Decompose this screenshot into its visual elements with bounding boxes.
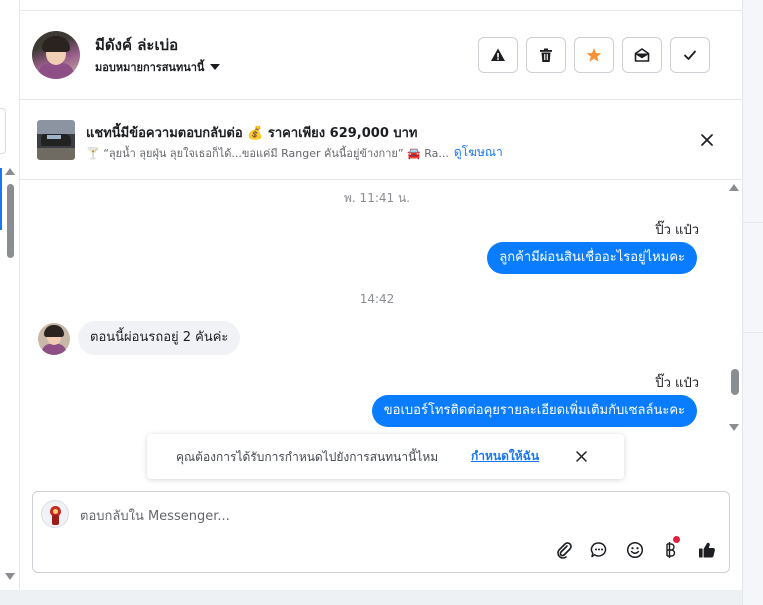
star-icon <box>586 48 602 62</box>
divider <box>743 222 763 223</box>
caret-down-icon <box>210 64 221 70</box>
reply-input[interactable] <box>80 506 640 526</box>
star-button[interactable] <box>574 37 614 73</box>
message-bubble-incoming[interactable]: ตอนนี้ผ่อนรถอยู่ 2 คันค่ะ <box>78 321 241 355</box>
check-icon <box>684 50 696 60</box>
scroll-up-arrow[interactable] <box>5 168 15 175</box>
thread-scroll-up-arrow[interactable] <box>729 184 739 191</box>
thread-scrollbar-thumb[interactable] <box>731 369 739 395</box>
notification-dot <box>673 536 680 543</box>
attachment-icon <box>557 542 572 559</box>
divider <box>743 332 763 333</box>
sender-name: ปิ๊ว แป๋ว <box>655 223 699 238</box>
ad-subtitle: 🍸 “ลุยน้ำ ลุยฝุ่น ลุยใจเธอก็ได้...ขอแค่ม… <box>86 143 503 162</box>
assign-prompt-toast: คุณต้องการได้รับการกำหนดไปยังการสนทนานี้… <box>147 434 624 479</box>
assign-prompt-text: คุณต้องการได้รับการกำหนดไปยังการสนทนานี้… <box>176 450 439 464</box>
saved-replies-button[interactable] <box>587 538 611 562</box>
message-bubble-outgoing[interactable]: ขอเบอร์โทรติดต่อคุยรายละเอียดเพิ่มเติมกั… <box>371 395 697 427</box>
attach-button[interactable] <box>552 538 576 562</box>
emoji-button[interactable] <box>623 538 647 562</box>
dismiss-toast-button[interactable] <box>573 448 589 464</box>
envelope-open-icon <box>634 48 650 62</box>
close-ad-bar-button[interactable] <box>697 130 717 150</box>
close-icon <box>575 450 587 462</box>
reply-composer <box>32 491 730 573</box>
sender-name: ปิ๊ว แป๋ว <box>655 376 699 391</box>
contact-name[interactable]: มีดังค์ ล่ะเบ่อ <box>95 33 178 57</box>
baht-icon <box>666 542 676 558</box>
ad-quote: 🍸 “ลุยน้ำ ลุยฝุ่น ลุยใจเธอก็ได้...ขอแค่ม… <box>86 146 449 160</box>
assign-label: มอบหมายการสนทนานี้ <box>95 61 205 74</box>
collapsed-tab[interactable] <box>0 108 6 154</box>
thumbs-up-icon <box>699 542 715 558</box>
report-icon <box>491 48 505 61</box>
thread-scroll-down-arrow[interactable] <box>729 424 739 431</box>
conversation-panel: มีดังค์ ล่ะเบ่อ มอบหมายการสนทนานี้ แชทนี… <box>20 0 742 590</box>
scroll-down-arrow[interactable] <box>5 573 15 580</box>
assign-dropdown[interactable]: มอบหมายการสนทนานี้ <box>95 58 221 76</box>
delete-button[interactable] <box>526 37 566 73</box>
contact-avatar[interactable] <box>32 31 80 79</box>
trash-icon <box>540 48 552 62</box>
list-scrollbar-thumb[interactable] <box>7 184 14 258</box>
right-panel-edge <box>742 0 763 605</box>
ad-context-bar: แชทนี้มีข้อความตอบกลับต่อ 💰 ราคาเพียง 62… <box>20 100 742 180</box>
contact-avatar-small[interactable] <box>38 323 70 355</box>
page-avatar <box>41 500 69 528</box>
view-ad-link[interactable]: ดูโฆษณา <box>454 143 503 162</box>
message-thread[interactable]: พ. 11:41 น. ปิ๊ว แป๋ว ลูกค้ามีผ่อนสินเชื… <box>20 181 742 431</box>
assign-to-me-link[interactable]: กำหนดให้ฉัน <box>471 447 539 466</box>
timestamp: 14:42 <box>359 292 395 306</box>
like-button[interactable] <box>695 538 719 562</box>
emoji-icon <box>626 541 644 559</box>
ad-title: แชทนี้มีข้อความตอบกลับต่อ 💰 ราคาเพียง 62… <box>86 126 418 141</box>
left-sidebar-edge <box>0 0 20 590</box>
saved-replies-icon <box>590 542 607 558</box>
payment-button[interactable] <box>658 536 682 562</box>
mark-done-button[interactable] <box>670 37 710 73</box>
ad-thumbnail[interactable] <box>37 120 75 160</box>
report-spam-button[interactable] <box>478 37 518 73</box>
timestamp: พ. 11:41 น. <box>344 191 410 205</box>
message-bubble-outgoing[interactable]: ลูกค้ามีผ่อนสินเชื่ออะไรอยู่ไหมคะ <box>487 242 697 274</box>
conversation-header: มีดังค์ ล่ะเบ่อ มอบหมายการสนทนานี้ <box>20 11 742 100</box>
mark-unread-button[interactable] <box>622 37 662 73</box>
close-icon <box>701 134 713 146</box>
selection-accent <box>0 168 2 230</box>
